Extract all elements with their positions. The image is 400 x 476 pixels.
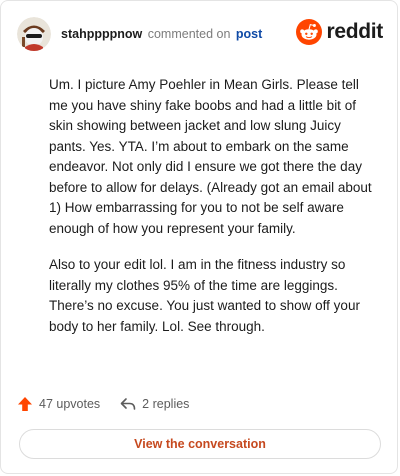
reddit-logo[interactable]: reddit [296,19,383,45]
action-text: commented on [147,27,231,41]
comment-header: stahppppnow commented on post reddit [17,15,383,53]
reddit-alien-icon [296,19,323,45]
reply-arrow-icon [120,398,136,410]
comment-paragraph-1: Um. I picture Amy Poehler in Mean Girls.… [49,77,372,236]
post-link[interactable]: post [236,27,262,41]
username-link[interactable]: stahppppnow [61,27,142,41]
reddit-wordmark: reddit [326,20,383,43]
upvote-stat[interactable]: 47 upvotes [17,396,100,412]
comment-body: Um. I picture Amy Poehler in Mean Girls.… [49,75,377,353]
upvote-arrow-icon [18,397,32,411]
comment-meta: stahppppnow commented on post [61,27,262,41]
view-conversation-button[interactable]: View the conversation [19,429,381,459]
comment-stats: 47 upvotes 2 replies [17,394,189,414]
upvote-count: 47 upvotes [39,397,101,411]
comment-paragraph-2: Also to your edit lol. I am in the fitne… [49,257,360,334]
reply-stat[interactable]: 2 replies [120,396,189,412]
reply-count: 2 replies [142,397,190,411]
comment-card: stahppppnow commented on post reddit Um.… [0,0,398,474]
avatar-icon[interactable] [17,17,51,51]
